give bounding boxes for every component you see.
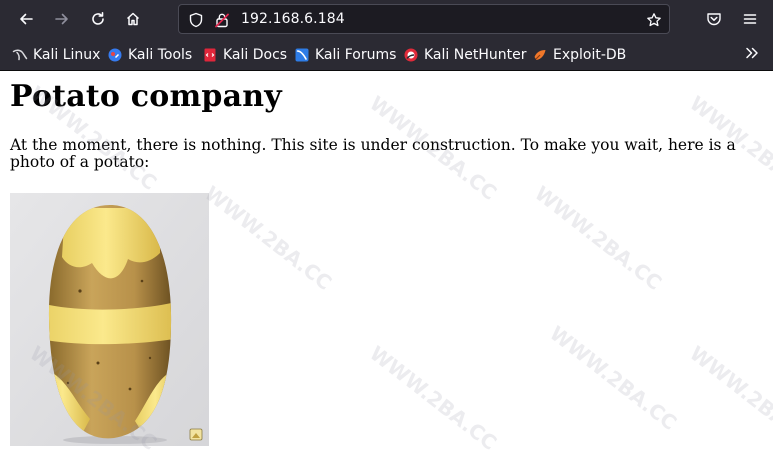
pocket-icon: [706, 11, 722, 27]
bookmark-kali-tools[interactable]: Kali Tools: [107, 44, 192, 66]
watermark-text: WWW.2BA.CC: [530, 181, 667, 295]
bookmark-label: Kali NetHunter: [424, 47, 527, 63]
home-icon: [125, 11, 141, 27]
bookmark-label: Kali Tools: [128, 47, 193, 63]
tracking-protection-shield-icon[interactable]: [187, 11, 205, 29]
app-menu-button[interactable]: [736, 5, 764, 33]
bookmark-label: Exploit-DB: [553, 47, 627, 63]
page-title: Potato company: [10, 79, 282, 114]
insecure-connection-lock-icon[interactable]: [213, 11, 231, 29]
address-bar[interactable]: 192.168.6.184: [178, 4, 670, 34]
browser-chrome: 192.168.6.184 Kali Linux Kali Tools Kali…: [0, 0, 773, 71]
kali-docs-icon: [202, 47, 218, 63]
back-button[interactable]: [12, 5, 40, 33]
bookmarks-toolbar: Kali Linux Kali Tools Kali Docs Kali For…: [0, 42, 773, 68]
watermark-text: WWW.2BA.CC: [545, 321, 682, 435]
double-chevron-right-icon: [744, 45, 760, 65]
watermark-text: WWW.2BA.CC: [200, 181, 337, 295]
forward-button[interactable]: [48, 5, 76, 33]
url-text[interactable]: 192.168.6.184: [241, 11, 345, 27]
watermark-text: WWW.2BA.CC: [685, 341, 773, 455]
reload-button[interactable]: [84, 5, 112, 33]
page-paragraph: At the moment, there is nothing. This si…: [10, 136, 736, 171]
pocket-button[interactable]: [700, 5, 728, 33]
potato-photo: [10, 193, 209, 446]
bookmarks-overflow-button[interactable]: [744, 44, 760, 66]
exploit-db-icon: [532, 47, 548, 63]
kali-tools-icon: [107, 47, 123, 63]
navigation-toolbar: 192.168.6.184: [0, 0, 773, 38]
page-content: Potato company At the moment, there is n…: [0, 71, 773, 455]
bookmark-kali-nethunter[interactable]: Kali NetHunter: [403, 44, 526, 66]
bookmark-label: Kali Linux: [33, 47, 101, 63]
bookmark-star-icon[interactable]: [645, 11, 663, 29]
bookmark-kali-forums[interactable]: Kali Forums: [294, 44, 396, 66]
home-button[interactable]: [119, 5, 147, 33]
reload-icon: [90, 11, 106, 27]
bookmark-kali-docs[interactable]: Kali Docs: [202, 44, 287, 66]
bookmark-exploit-db[interactable]: Exploit-DB: [532, 44, 626, 66]
kali-forums-icon: [294, 47, 310, 63]
kali-dragon-icon: [12, 47, 28, 63]
bookmark-label: Kali Forums: [315, 47, 397, 63]
watermark-text: WWW.2BA.CC: [365, 341, 502, 455]
bookmark-kali-linux[interactable]: Kali Linux: [12, 44, 100, 66]
nethunter-icon: [403, 47, 419, 63]
forward-arrow-icon: [54, 11, 70, 27]
bookmark-label: Kali Docs: [223, 47, 288, 63]
back-arrow-icon: [18, 11, 34, 27]
hamburger-menu-icon: [742, 11, 758, 27]
